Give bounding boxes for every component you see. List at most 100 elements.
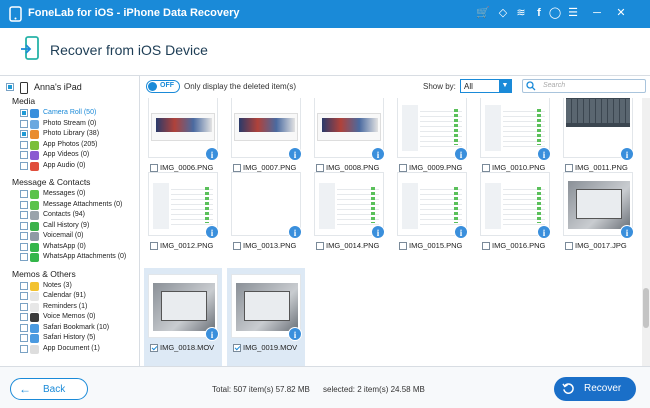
wifi-icon[interactable]: ≋ <box>514 6 528 20</box>
sidebar-item[interactable]: Voicemail (0) <box>18 232 138 242</box>
category-checkbox[interactable] <box>20 281 28 290</box>
sidebar-item[interactable]: Call History (9) <box>18 221 138 232</box>
file-tile[interactable]: i IMG_0013.PNG <box>227 172 302 254</box>
file-thumbnail[interactable]: i <box>231 274 302 341</box>
file-thumbnail[interactable]: i <box>480 98 551 161</box>
file-tile[interactable]: i IMG_0012.PNG <box>144 172 219 254</box>
file-tile[interactable]: i IMG_0018.MOV <box>144 268 222 366</box>
sidebar-item[interactable]: Calendar (91) <box>18 292 138 302</box>
sidebar-item[interactable]: App Document (1) <box>18 344 138 355</box>
sidebar-item[interactable]: Reminders (1) <box>18 302 138 313</box>
file-checkbox[interactable] <box>233 164 241 172</box>
file-thumbnail[interactable]: i <box>563 172 634 239</box>
sidebar-item[interactable]: WhatsApp Attachments (0) <box>18 253 138 263</box>
info-icon[interactable]: i <box>537 147 551 161</box>
category-checkbox[interactable] <box>20 119 28 128</box>
file-tile[interactable]: i IMG_0019.MOV <box>227 268 305 366</box>
file-checkbox[interactable] <box>316 164 324 172</box>
info-icon[interactable]: i <box>454 225 468 239</box>
file-checkbox[interactable] <box>565 164 573 172</box>
file-checkbox[interactable] <box>399 164 407 172</box>
file-tile[interactable]: i IMG_0006.PNG <box>144 98 219 176</box>
chevron-down-icon[interactable]: ▼ <box>499 80 511 92</box>
sidebar-item[interactable]: App Videos (0) <box>18 151 138 161</box>
category-checkbox[interactable] <box>20 323 28 332</box>
info-icon[interactable]: i <box>371 225 385 239</box>
info-icon[interactable]: i <box>288 225 302 239</box>
sidebar-item[interactable]: Notes (3) <box>18 281 138 292</box>
sidebar-item[interactable]: Photo Stream (0) <box>18 119 138 130</box>
grid-scrollbar[interactable] <box>642 98 650 366</box>
info-icon[interactable]: i <box>620 147 634 161</box>
close-icon[interactable]: ✕ <box>614 6 628 20</box>
file-checkbox[interactable] <box>482 242 490 250</box>
category-checkbox[interactable] <box>20 200 28 209</box>
file-thumbnail[interactable]: i <box>148 274 219 341</box>
category-checkbox[interactable] <box>20 344 28 353</box>
sidebar-item[interactable]: Photo Library (38) <box>18 130 138 140</box>
search-input[interactable]: Search <box>522 79 646 93</box>
file-tile[interactable]: i IMG_0017.JPG <box>559 172 634 254</box>
file-thumbnail[interactable]: i <box>148 98 219 161</box>
category-checkbox[interactable] <box>20 109 28 117</box>
back-button[interactable]: ← Back <box>10 378 88 400</box>
sidebar-item[interactable]: Contacts (94) <box>18 211 138 221</box>
sidebar-item[interactable]: App Photos (205) <box>18 140 138 151</box>
device-item[interactable]: Anna's iPad <box>6 82 136 94</box>
show-by-select[interactable]: All ▼ <box>460 79 512 93</box>
sidebar-item[interactable]: WhatsApp (0) <box>18 242 138 253</box>
category-checkbox[interactable] <box>20 190 28 198</box>
diamond-icon[interactable]: ◇ <box>496 6 510 20</box>
category-checkbox[interactable] <box>20 221 28 230</box>
file-thumbnail[interactable]: i <box>480 172 551 239</box>
category-checkbox[interactable] <box>20 130 28 138</box>
category-checkbox[interactable] <box>20 242 28 251</box>
file-tile[interactable]: i IMG_0014.PNG <box>310 172 385 254</box>
file-thumbnail[interactable]: i <box>148 172 219 239</box>
file-tile[interactable]: i IMG_0015.PNG <box>393 172 468 254</box>
file-checkbox[interactable] <box>482 164 490 172</box>
info-icon[interactable]: i <box>205 147 219 161</box>
file-checkbox[interactable] <box>233 242 241 250</box>
sidebar-item[interactable]: App Audio (0) <box>18 161 138 172</box>
menu-icon[interactable]: ☰ <box>566 6 580 20</box>
device-checkbox[interactable] <box>6 83 14 91</box>
info-icon[interactable]: i <box>620 225 634 239</box>
info-icon[interactable]: i <box>454 147 468 161</box>
category-checkbox[interactable] <box>20 334 28 342</box>
scrollbar-thumb[interactable] <box>643 288 649 328</box>
file-tile[interactable]: i IMG_0007.PNG <box>227 98 302 176</box>
info-icon[interactable]: i <box>288 327 302 341</box>
file-thumbnail[interactable]: i <box>314 98 385 161</box>
info-icon[interactable]: i <box>288 147 302 161</box>
file-tile[interactable]: i IMG_0011.PNG <box>559 98 634 176</box>
file-thumbnail[interactable]: i <box>563 98 634 161</box>
file-checkbox[interactable] <box>399 242 407 250</box>
category-checkbox[interactable] <box>20 211 28 219</box>
sidebar-item[interactable]: Safari Bookmark (10) <box>18 323 138 334</box>
info-icon[interactable]: i <box>205 327 219 341</box>
file-thumbnail[interactable]: i <box>314 172 385 239</box>
category-checkbox[interactable] <box>20 302 28 311</box>
file-checkbox[interactable] <box>565 242 573 250</box>
facebook-icon[interactable]: f <box>532 6 546 20</box>
file-checkbox[interactable] <box>150 242 158 250</box>
sidebar-item[interactable]: Camera Roll (50) <box>18 109 138 119</box>
category-checkbox[interactable] <box>20 292 28 300</box>
info-icon[interactable]: i <box>371 147 385 161</box>
sidebar-item[interactable]: Safari History (5) <box>18 334 138 344</box>
category-checkbox[interactable] <box>20 313 28 321</box>
info-icon[interactable]: i <box>205 225 219 239</box>
file-tile[interactable]: i IMG_0009.PNG <box>393 98 468 176</box>
chat-icon[interactable]: ◯ <box>548 6 562 20</box>
file-tile[interactable]: i IMG_0016.PNG <box>476 172 551 254</box>
file-checkbox[interactable] <box>150 164 158 172</box>
file-thumbnail[interactable]: i <box>231 172 302 239</box>
sidebar-item[interactable]: Voice Memos (0) <box>18 313 138 323</box>
file-checkbox[interactable] <box>233 344 241 352</box>
file-thumbnail[interactable]: i <box>231 98 302 161</box>
category-checkbox[interactable] <box>20 253 28 261</box>
file-tile[interactable]: i IMG_0008.PNG <box>310 98 385 176</box>
minimize-icon[interactable]: ─ <box>590 6 604 20</box>
file-checkbox[interactable] <box>316 242 324 250</box>
